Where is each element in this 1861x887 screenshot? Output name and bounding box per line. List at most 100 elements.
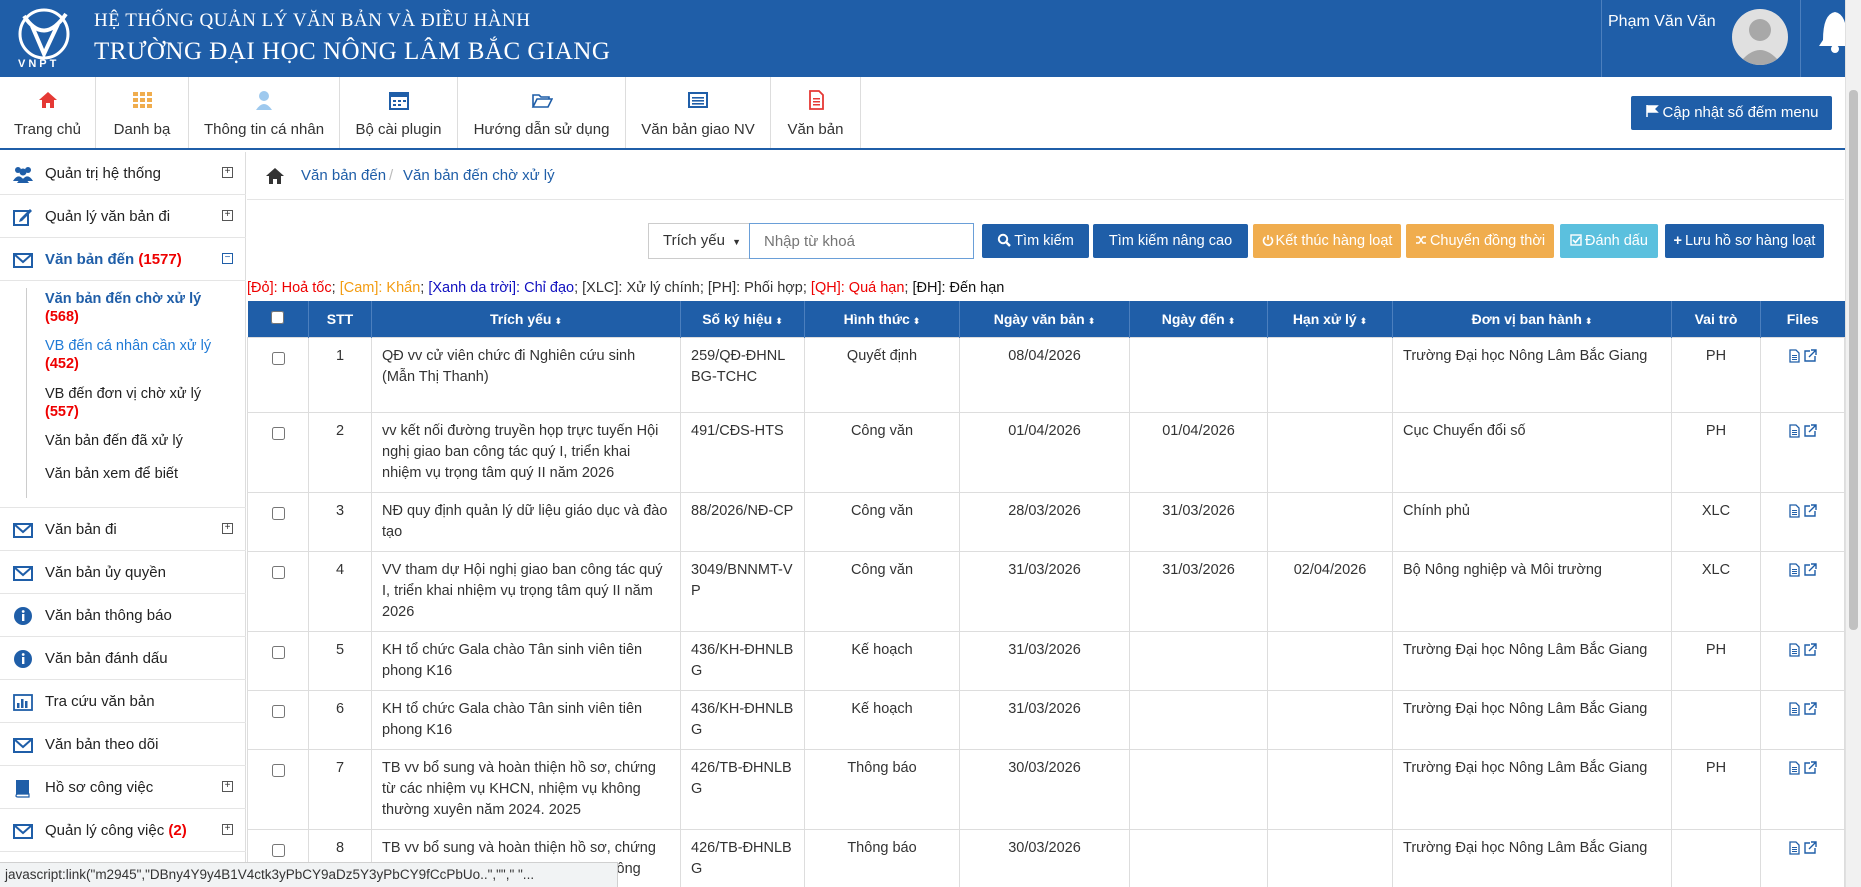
sidebar-item-announcements[interactable]: Văn bản thông báo	[0, 594, 246, 637]
nav-documents[interactable]: Văn bản	[771, 77, 861, 148]
search-input[interactable]	[749, 223, 974, 259]
file-icon[interactable]	[1788, 504, 1801, 518]
search-button[interactable]: Tìm kiếm	[982, 224, 1089, 258]
external-link-icon[interactable]	[1803, 562, 1817, 577]
sidebar-item-work-files[interactable]: Hồ sơ công việc +	[0, 766, 246, 809]
nav-guide[interactable]: Hướng dẫn sử dụng	[458, 77, 626, 148]
nav-plugin[interactable]: Bộ cài plugin	[340, 77, 458, 148]
row-checkbox[interactable]	[271, 565, 285, 579]
file-icon[interactable]	[1788, 702, 1801, 716]
legend-sep: ;	[420, 280, 425, 296]
file-icon[interactable]	[1788, 349, 1801, 363]
sidebar-item-task-mgmt[interactable]: Quản lý công việc (2) +	[0, 809, 246, 852]
cell-trich-yeu[interactable]: QĐ vv cử viên chức đi Nghiên cứu sinh (M…	[371, 336, 681, 413]
user-name[interactable]: Phạm Văn Văn	[1608, 13, 1716, 31]
expand-toggle[interactable]: +	[222, 824, 233, 835]
subitem-pending[interactable]: Văn bản đến chờ xử lý (568)	[45, 290, 201, 326]
header-ngay-van-ban[interactable]: Ngày văn bản ⬍	[959, 301, 1130, 337]
sidebar-item-outgoing[interactable]: Văn bản đi +	[0, 508, 246, 551]
sidebar-item-search-docs[interactable]: Tra cứu văn bản	[0, 680, 246, 723]
expand-toggle[interactable]: +	[222, 167, 233, 178]
external-link-icon[interactable]	[1803, 701, 1817, 716]
subitem-processed[interactable]: Văn bản đến đã xử lý	[45, 432, 183, 450]
select-all-checkbox[interactable]	[271, 310, 285, 324]
row-checkbox[interactable]	[271, 506, 285, 520]
cell-trich-yeu[interactable]: VV tham dự Hội nghị giao ban công tác qu…	[371, 550, 681, 632]
external-link-icon[interactable]	[1803, 760, 1817, 775]
user-panel[interactable]: Phạm Văn Văn	[1601, 0, 1789, 77]
advanced-search-button[interactable]: Tìm kiếm nâng cao	[1093, 224, 1248, 258]
avatar[interactable]	[1732, 9, 1788, 65]
header-label: STT	[326, 310, 354, 327]
finish-batch-button[interactable]: Kết thúc hàng loạt	[1253, 224, 1401, 258]
row-checkbox[interactable]	[271, 704, 285, 718]
table-row[interactable]: 7 TB vv bổ sung và hoàn thiện hồ sơ, chứn…	[247, 748, 1845, 830]
mark-button[interactable]: Đánh dấu	[1560, 224, 1658, 258]
table-row[interactable]: 1 QĐ vv cử viên chức đi Nghiên cứu sinh (…	[247, 336, 1845, 413]
cell-trich-yeu[interactable]: TB vv bổ sung và hoàn thiện hồ sơ, chứng…	[371, 748, 681, 830]
file-icon[interactable]	[1788, 424, 1801, 438]
page-scrollbar[interactable]	[1845, 0, 1861, 887]
header-trich-yeu[interactable]: Trích yếu ⬍	[371, 301, 681, 337]
header-han-xu-ly[interactable]: Hạn xử lý ⬍	[1267, 301, 1393, 337]
nav-home[interactable]: Trang chủ	[0, 77, 96, 148]
update-count-button[interactable]: Cập nhật số đếm menu	[1631, 96, 1832, 130]
external-link-icon[interactable]	[1803, 840, 1817, 855]
nav-profile[interactable]: Thông tin cá nhân	[189, 77, 340, 148]
row-checkbox[interactable]	[271, 843, 285, 857]
external-link-icon[interactable]	[1803, 423, 1817, 438]
subitem-label: Văn bản xem để biết	[45, 466, 179, 482]
sidebar-item-incoming[interactable]: Văn bản đến (1577) −	[0, 238, 246, 281]
sidebar-item-outgoing-mgmt[interactable]: Quản lý văn bản đi +	[0, 195, 246, 238]
subitem-unit[interactable]: VB đến đơn vị chờ xử lý (557)	[45, 385, 201, 421]
cell-trich-yeu[interactable]: KH tổ chức Gala chào Tân sinh viên tiên …	[371, 689, 681, 750]
file-icon[interactable]	[1788, 563, 1801, 577]
cell-trich-yeu[interactable]: KH tổ chức Gala chào Tân sinh viên tiên …	[371, 630, 681, 691]
home-icon[interactable]	[265, 167, 285, 185]
subitem-personal[interactable]: VB đến cá nhân cần xử lý (452)	[45, 337, 211, 373]
collapse-toggle[interactable]: −	[222, 253, 233, 264]
external-link-icon[interactable]	[1803, 348, 1817, 363]
cell-trich-yeu[interactable]: NĐ quy định quản lý dữ liệu giáo dục và …	[371, 491, 681, 552]
sidebar-item-bookmarked[interactable]: Văn bản đánh dấu	[0, 637, 246, 680]
header-hinh-thuc[interactable]: Hình thức ⬍	[804, 301, 960, 337]
sidebar-item-label: Văn bản theo dõi	[45, 736, 159, 753]
sidebar-item-tracking[interactable]: Văn bản theo dõi	[0, 723, 246, 766]
header-don-vi[interactable]: Đơn vị ban hành ⬍	[1392, 301, 1672, 337]
breadcrumb-incoming[interactable]: Văn bản đến	[301, 167, 386, 184]
school-title: TRƯỜNG ĐẠI HỌC NÔNG LÂM BẮC GIANG	[94, 38, 611, 65]
file-icon[interactable]	[1788, 761, 1801, 775]
expand-toggle[interactable]: +	[222, 210, 233, 221]
table-row[interactable]: 6 KH tổ chức Gala chào Tân sinh viên tiên…	[247, 689, 1845, 750]
nav-contacts[interactable]: Danh bạ	[96, 77, 189, 148]
nav-assigned-docs[interactable]: Văn bản giao NV	[626, 77, 771, 148]
header-so-ky-hieu[interactable]: Số ký hiệu ⬍	[680, 301, 805, 337]
file-icon[interactable]	[1788, 841, 1801, 855]
expand-toggle[interactable]: +	[222, 523, 233, 534]
row-checkbox[interactable]	[271, 763, 285, 777]
breadcrumb-current[interactable]: Văn bản đến chờ xử lý	[403, 167, 555, 184]
transfer-button[interactable]: Chuyển đồng thời	[1406, 224, 1554, 258]
sidebar-item-delegated[interactable]: Văn bản ủy quyền	[0, 551, 246, 594]
external-link-icon[interactable]	[1803, 503, 1817, 518]
subitem-fyi[interactable]: Văn bản xem để biết	[45, 465, 178, 483]
mark-label: Đánh dấu	[1585, 233, 1648, 249]
envelope-icon	[13, 253, 33, 268]
cell-so-ky-hieu: 259/QĐ-ĐHNLBG-TCHC	[680, 336, 805, 413]
table-row[interactable]: 4 VV tham dự Hội nghị giao ban công tác q…	[247, 550, 1845, 632]
row-checkbox[interactable]	[271, 351, 285, 365]
external-link-icon[interactable]	[1803, 642, 1817, 657]
row-checkbox[interactable]	[271, 645, 285, 659]
expand-toggle[interactable]: +	[222, 781, 233, 792]
file-icon[interactable]	[1788, 643, 1801, 657]
table-row[interactable]: 5 KH tổ chức Gala chào Tân sinh viên tiên…	[247, 630, 1845, 691]
search-field-select[interactable]: Trích yếu ▼	[648, 223, 750, 259]
row-checkbox[interactable]	[271, 426, 285, 440]
scrollbar-thumb[interactable]	[1849, 90, 1858, 630]
table-row[interactable]: 3 NĐ quy định quản lý dữ liệu giáo dục và…	[247, 491, 1845, 552]
save-batch-button[interactable]: + Lưu hồ sơ hàng loạt	[1665, 224, 1824, 258]
table-row[interactable]: 2 vv kết nối đường truyền họp trực tuyến …	[247, 411, 1845, 493]
header-ngay-den[interactable]: Ngày đến ⬍	[1129, 301, 1268, 337]
cell-trich-yeu[interactable]: vv kết nối đường truyền họp trực tuyến H…	[371, 411, 681, 493]
sidebar-item-system-admin[interactable]: Quản trị hệ thống +	[0, 152, 246, 195]
